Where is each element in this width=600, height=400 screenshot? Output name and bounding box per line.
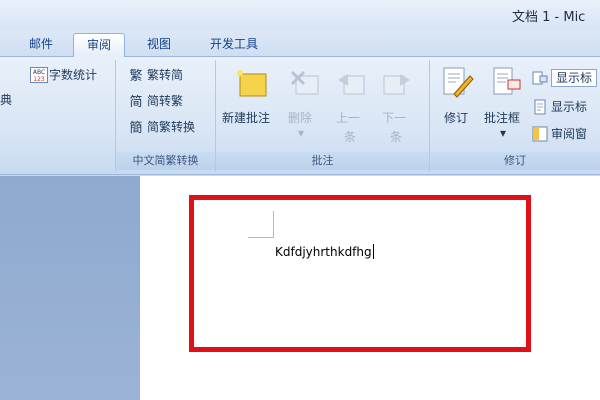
tab-review[interactable]: 审阅 — [73, 33, 125, 57]
conversion-options-icon: 簡 — [128, 119, 144, 136]
chinese-conversion-group-label: 中文简繁转换 — [116, 152, 215, 170]
red-highlight-box — [189, 195, 531, 352]
window-title: 文档 1 - Mic — [512, 10, 586, 25]
conversion-options-label: 简繁转换 — [147, 120, 196, 134]
comments-group: 新建批注 删除 ▾ 上一 条 下一 条 批注 — [216, 60, 430, 172]
show-markup-button[interactable]: 显示标 — [532, 97, 587, 117]
proofing-group: ABC 123 字数统计 词典 — [0, 60, 116, 172]
trad-to-simp-icon: 繁 — [128, 67, 144, 84]
chinese-conversion-group: 繁 繁转简 简 简转繁 簡 简繁转换 中文简繁转换 — [116, 60, 216, 172]
svg-text:简: 简 — [129, 94, 142, 109]
display-for-review-dropdown[interactable]: 显示标 — [532, 68, 598, 88]
word-count-label: 字数统计 — [49, 68, 98, 82]
new-comment-button[interactable]: 新建批注 — [218, 60, 280, 150]
tracking-group: 修订 批注框 ▾ 显示标 显示标 审阅窗 修订 — [430, 60, 600, 172]
trad-to-simp-button[interactable]: 繁 繁转简 — [128, 65, 183, 85]
track-changes-label: 修订 — [444, 111, 469, 125]
delete-comment-icon — [288, 68, 320, 100]
ribbon-tab-strip: 邮件 审阅 视图 开发工具 — [0, 30, 600, 57]
thesaurus-label: 词典 — [0, 93, 13, 107]
display-for-review-icon — [532, 70, 548, 86]
title-bar: 文档 1 - Mic — [0, 0, 600, 30]
ribbon-body: ABC 123 字数统计 词典 繁 繁转简 简 简转繁 簡 — [0, 57, 600, 175]
delete-comment-button[interactable]: 删除 ▾ — [282, 60, 326, 150]
tracking-group-label: 修订 — [430, 152, 600, 170]
balloons-button[interactable]: 批注框 ▾ — [480, 60, 528, 150]
track-changes-button[interactable]: 修订 — [436, 60, 476, 150]
delete-dropdown-arrow: ▾ — [298, 126, 305, 140]
new-comment-icon — [234, 68, 267, 100]
word-count-icon: ABC 123 — [30, 67, 48, 83]
tab-developer[interactable]: 开发工具 — [195, 33, 273, 57]
tab-mailings[interactable]: 邮件 — [18, 33, 64, 57]
reviewing-pane-label: 审阅窗 — [551, 127, 588, 141]
next-comment-label-2: 条 — [390, 130, 403, 144]
previous-comment-button[interactable]: 上一 条 — [328, 60, 372, 150]
balloons-label: 批注框 — [484, 111, 521, 125]
balloons-dropdown-arrow: ▾ — [500, 126, 507, 140]
new-comment-label: 新建批注 — [222, 111, 271, 125]
show-markup-label: 显示标 — [551, 100, 588, 114]
balloons-icon — [488, 66, 521, 98]
display-for-review-value: 显示标 — [551, 69, 598, 87]
conversion-options-button[interactable]: 簡 简繁转换 — [128, 117, 195, 137]
svg-text:ABC: ABC — [33, 69, 45, 76]
previous-comment-label: 上一 — [336, 111, 361, 125]
svg-text:簡: 簡 — [129, 121, 142, 135]
tab-view[interactable]: 视图 — [134, 33, 184, 57]
trad-to-simp-label: 繁转简 — [147, 68, 184, 82]
simp-to-trad-button[interactable]: 简 简转繁 — [128, 91, 183, 111]
previous-comment-icon — [334, 68, 366, 100]
comments-group-label: 批注 — [216, 152, 429, 170]
svg-text:繁: 繁 — [129, 68, 142, 83]
next-comment-button[interactable]: 下一 条 — [374, 60, 418, 150]
simp-to-trad-icon: 简 — [128, 93, 144, 110]
reviewing-pane-button[interactable]: 审阅窗 — [532, 124, 587, 144]
delete-comment-label: 删除 — [288, 111, 313, 125]
thesaurus-button[interactable]: 词典 — [0, 90, 12, 110]
previous-comment-label-2: 条 — [344, 130, 357, 144]
simp-to-trad-label: 简转繁 — [147, 94, 184, 108]
track-changes-icon — [440, 66, 474, 98]
next-comment-label: 下一 — [382, 111, 407, 125]
reviewing-pane-icon — [532, 126, 548, 142]
show-markup-icon — [532, 99, 548, 115]
word-count-button[interactable]: ABC 123 字数统计 — [30, 65, 97, 85]
next-comment-icon — [380, 68, 412, 100]
svg-text:123: 123 — [33, 76, 45, 83]
